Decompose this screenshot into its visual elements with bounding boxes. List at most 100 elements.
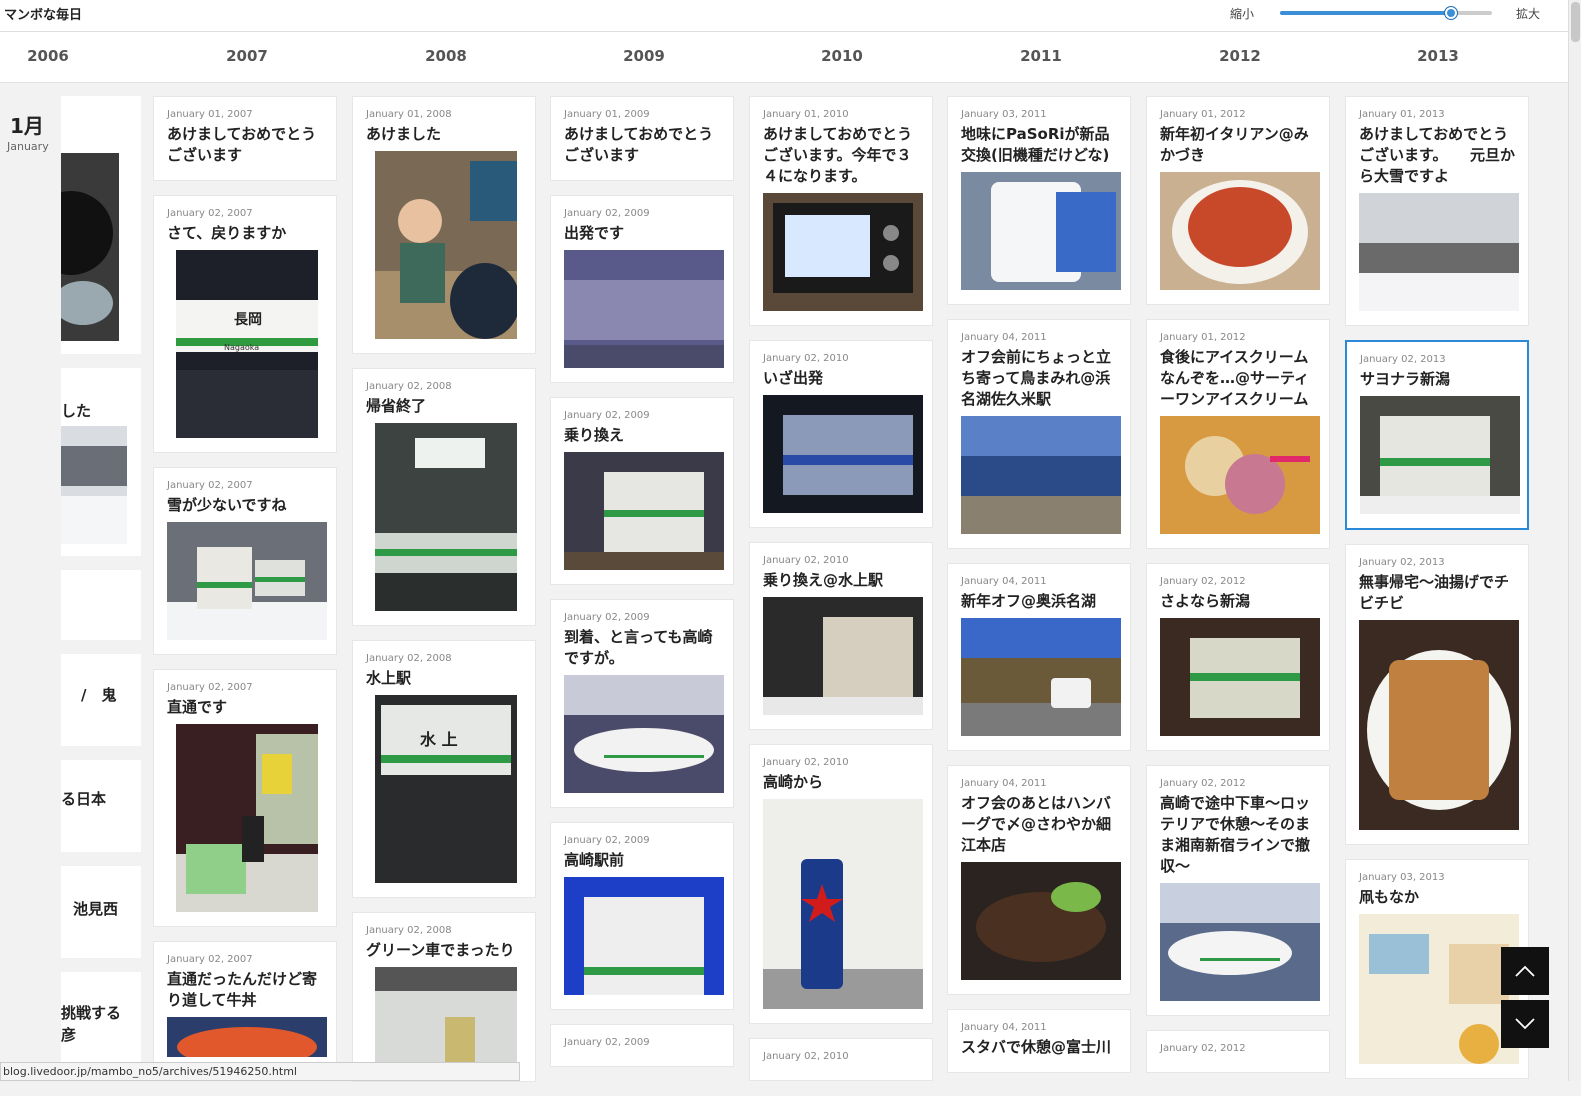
card-title[interactable]: 新年初イタリアン@みかづき <box>1160 124 1317 166</box>
card-photo[interactable] <box>1359 914 1519 1064</box>
year-2010[interactable]: 2010 <box>802 47 882 65</box>
page-scrollbar[interactable] <box>1568 0 1581 1081</box>
card-photo[interactable] <box>564 250 724 368</box>
timeline-card[interactable]: January 04, 2011 オフ会前にちょっと立ち寄って鳥まみれ@浜名湖佐… <box>947 319 1131 549</box>
card-title[interactable]: 出発です <box>564 223 721 244</box>
scrollbar-thumb[interactable] <box>1571 2 1580 42</box>
timeline-card[interactable]: January 02, 2009 出発です <box>550 195 734 383</box>
timeline-card[interactable]: 池見西 <box>61 866 141 958</box>
timeline-card[interactable]: January 02, 2010 <box>749 1038 933 1081</box>
card-title[interactable]: 乗り換え@水上駅 <box>763 570 920 591</box>
timeline-card[interactable]: January 02, 2009 <box>550 1024 734 1067</box>
card-photo[interactable] <box>167 1017 327 1057</box>
card-photo[interactable] <box>961 618 1121 736</box>
zoom-slider-handle[interactable] <box>1443 6 1458 20</box>
timeline-card-selected[interactable]: January 02, 2013 サヨナラ新潟 <box>1345 340 1529 530</box>
card-title[interactable]: 凧もなか <box>1359 887 1516 908</box>
timeline-card[interactable]: January 02, 2010 いざ出発 <box>749 340 933 528</box>
timeline-card[interactable]: January 01, 2012 新年初イタリアン@みかづき <box>1146 96 1330 305</box>
timeline-card[interactable]: January 02, 2007 さて、戻りますか 長岡 Nagaoka <box>153 195 337 453</box>
card-photo[interactable] <box>564 675 724 793</box>
card-title[interactable]: スタバで休憩@富士川 <box>961 1037 1118 1058</box>
card-photo[interactable] <box>961 416 1121 534</box>
scroll-up-button[interactable] <box>1501 947 1549 995</box>
card-title[interactable]: 無事帰宅〜油揚げでチビチビ <box>1359 572 1516 614</box>
timeline-card[interactable]: January 02, 2012 高崎で途中下車〜ロッテリアで休憩〜そのまま湘南… <box>1146 765 1330 1016</box>
card-photo[interactable] <box>375 967 517 1067</box>
timeline-card[interactable]: January 02, 2009 乗り換え <box>550 397 734 585</box>
timeline-card[interactable]: January 02, 2010 乗り換え@水上駅 <box>749 542 933 730</box>
timeline-card[interactable]: January 02, 2013 無事帰宅〜油揚げでチビチビ <box>1345 544 1529 845</box>
timeline-card[interactable]: January 04, 2011 オフ会のあとはハンバーグで〆@さわやか細江本店 <box>947 765 1131 995</box>
timeline-card[interactable]: January 02, 2008 グリーン車でまったり <box>352 912 536 1082</box>
scroll-down-button[interactable] <box>1501 1000 1549 1048</box>
card-title[interactable]: さて、戻りますか <box>167 223 324 244</box>
zoom-in-label[interactable]: 拡大 <box>1516 5 1540 22</box>
year-2009[interactable]: 2009 <box>604 47 684 65</box>
card-photo[interactable]: 水 上 <box>375 695 517 883</box>
card-photo[interactable] <box>375 423 517 611</box>
zoom-slider[interactable] <box>1280 6 1492 20</box>
card-photo[interactable] <box>176 724 318 912</box>
timeline-card[interactable]: January 02, 2009 到着、と言っても高崎ですが。 <box>550 599 734 808</box>
card-title[interactable]: グリーン車でまったり <box>366 940 523 961</box>
timeline-card[interactable]: January 01, 2013 あけましておめでとうございます。 元旦から大雪… <box>1345 96 1529 326</box>
year-2011[interactable]: 2011 <box>1001 47 1081 65</box>
card-photo[interactable] <box>1359 193 1519 311</box>
card-title[interactable]: あけましておめでとうございます。今年で３４になります。 <box>763 124 920 187</box>
timeline-card[interactable]: January 02, 2007 直通だったんだけど寄り道して牛丼 <box>153 941 337 1072</box>
card-title[interactable]: 食後にアイスクリームなんぞを…@サーティーワンアイスクリーム <box>1160 347 1317 410</box>
timeline-card[interactable] <box>61 570 141 640</box>
timeline-card[interactable] <box>61 96 141 354</box>
timeline-card[interactable]: January 02, 2007 直通です <box>153 669 337 927</box>
card-title[interactable]: あけましておめでとうございます。 元旦から大雪ですよ <box>1359 124 1516 187</box>
timeline-card[interactable]: January 02, 2012 さよなら新潟 <box>1146 563 1330 751</box>
timeline-card[interactable]: January 02, 2009 高崎駅前 <box>550 822 734 1010</box>
timeline-card[interactable]: January 01, 2007 あけましておめでとうございます <box>153 96 337 181</box>
timeline-card[interactable]: / 鬼 <box>61 654 141 746</box>
card-title[interactable]: 雪が少ないですね <box>167 495 324 516</box>
card-title[interactable]: 帰省終了 <box>366 396 523 417</box>
card-photo[interactable] <box>763 395 923 513</box>
card-title[interactable]: 高崎で途中下車〜ロッテリアで休憩〜そのまま湘南新宿ラインで撤収〜 <box>1160 793 1317 877</box>
card-photo[interactable] <box>375 151 517 339</box>
card-photo[interactable] <box>167 522 327 640</box>
site-title[interactable]: マンボな毎日 <box>4 4 82 23</box>
timeline-card[interactable]: January 01, 2008 あけました <box>352 96 536 354</box>
card-photo[interactable] <box>1160 883 1320 1001</box>
card-title[interactable]: あけましておめでとうございます <box>167 124 324 166</box>
timeline-card[interactable]: January 04, 2011 スタバで休憩@富士川 <box>947 1009 1131 1073</box>
timeline-card[interactable]: January 02, 2008 帰省終了 <box>352 368 536 626</box>
card-title[interactable]: あけましておめでとうございます <box>564 124 721 166</box>
card-photo[interactable] <box>763 799 923 1009</box>
card-photo[interactable] <box>564 452 724 570</box>
card-title[interactable]: 直通だったんだけど寄り道して牛丼 <box>167 969 324 1011</box>
card-photo[interactable] <box>1360 396 1520 514</box>
timeline-card[interactable]: January 01, 2009 あけましておめでとうございます <box>550 96 734 181</box>
card-title[interactable]: 高崎駅前 <box>564 850 721 871</box>
timeline-card[interactable]: January 01, 2010 あけましておめでとうございます。今年で３４にな… <box>749 96 933 326</box>
card-title[interactable]: 水上駅 <box>366 668 523 689</box>
timeline-card[interactable]: 挑戦する 彦 <box>61 972 141 1064</box>
year-2007[interactable]: 2007 <box>207 47 287 65</box>
card-title[interactable]: あけました <box>366 124 523 145</box>
year-2006[interactable]: 2006 <box>8 47 88 65</box>
card-photo[interactable] <box>1160 618 1320 736</box>
card-title[interactable]: 高崎から <box>763 772 920 793</box>
timeline-card[interactable]: January 02, 2007 雪が少ないですね <box>153 467 337 655</box>
timeline-card[interactable]: した <box>61 368 141 556</box>
card-photo[interactable] <box>961 862 1121 980</box>
card-title[interactable]: いざ出発 <box>763 368 920 389</box>
timeline-card[interactable]: January 03, 2011 地味にPaSoRiが新品交換(旧機種だけどな) <box>947 96 1131 305</box>
year-2012[interactable]: 2012 <box>1200 47 1280 65</box>
card-photo[interactable] <box>564 877 724 995</box>
card-title[interactable]: オフ会前にちょっと立ち寄って鳥まみれ@浜名湖佐久米駅 <box>961 347 1118 410</box>
card-title[interactable]: サヨナラ新潟 <box>1360 369 1515 390</box>
card-title[interactable]: 新年オフ@奥浜名湖 <box>961 591 1118 612</box>
card-title[interactable]: さよなら新潟 <box>1160 591 1317 612</box>
year-2008[interactable]: 2008 <box>406 47 486 65</box>
card-title[interactable]: 到着、と言っても高崎ですが。 <box>564 627 721 669</box>
year-2013[interactable]: 2013 <box>1398 47 1478 65</box>
timeline-card[interactable]: January 02, 2010 高崎から <box>749 744 933 1024</box>
card-photo[interactable] <box>763 597 923 715</box>
